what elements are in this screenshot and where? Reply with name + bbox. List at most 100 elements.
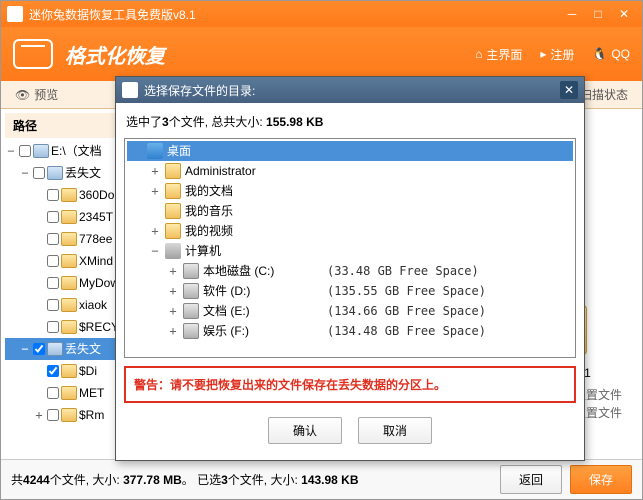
maximize-button[interactable]: □ xyxy=(586,5,610,23)
expand-icon[interactable]: + xyxy=(149,161,161,181)
user-icon xyxy=(165,203,181,219)
checkbox[interactable] xyxy=(33,343,45,355)
ok-button[interactable]: 确认 xyxy=(268,417,342,444)
dialog-titlebar[interactable]: 选择保存文件的目录: ✕ xyxy=(116,77,584,103)
register-link[interactable]: ▸注册 xyxy=(540,46,574,63)
dir-node[interactable]: +我的视频 xyxy=(127,221,573,241)
directory-tree[interactable]: 桌面+Administrator+我的文档 我的音乐+我的视频−计算机+本地磁盘… xyxy=(124,138,576,358)
expand-icon[interactable] xyxy=(33,317,45,337)
dir-node[interactable]: 我的音乐 xyxy=(127,201,573,221)
dir-node[interactable]: − 计算机 xyxy=(127,241,573,261)
folder-icon xyxy=(61,276,77,290)
qq-link[interactable]: 🐧QQ xyxy=(592,46,630,63)
expand-icon[interactable]: + xyxy=(33,405,45,425)
footer: 共4244个文件, 大小: 377.78 MB。 已选3个文件, 大小: 143… xyxy=(1,459,642,499)
expand-icon[interactable]: − xyxy=(5,141,17,161)
checkbox[interactable] xyxy=(47,387,59,399)
folder-icon xyxy=(61,210,77,224)
checkbox[interactable] xyxy=(47,233,59,245)
qq-icon: 🐧 xyxy=(592,47,607,61)
dir-label: 计算机 xyxy=(185,241,305,261)
dir-size: (134.48 GB Free Space) xyxy=(327,321,486,341)
node-label: E:\（文档 xyxy=(51,141,102,161)
home-icon: ⌂ xyxy=(475,47,482,61)
expand-icon[interactable] xyxy=(33,383,45,403)
dir-node[interactable]: +文档 (E:)(134.66 GB Free Space) xyxy=(127,301,573,321)
expand-icon[interactable]: − xyxy=(149,241,161,261)
node-label: $Di xyxy=(79,361,97,381)
disk-icon xyxy=(183,303,199,319)
node-label: 778ee xyxy=(79,229,112,249)
home-link[interactable]: ⌂主界面 xyxy=(475,46,522,63)
expand-icon[interactable]: + xyxy=(167,261,179,281)
drive-icon xyxy=(33,144,49,158)
expand-icon[interactable] xyxy=(149,201,161,221)
expand-icon[interactable]: − xyxy=(19,163,31,183)
node-label: 2345T xyxy=(79,207,113,227)
status-text: 共4244个文件, 大小: 377.78 MB。 已选3个文件, 大小: 143… xyxy=(11,471,492,488)
checkbox[interactable] xyxy=(47,321,59,333)
titlebar: 迷你兔数据恢复工具免费版v8.1 ─ □ ✕ xyxy=(1,1,642,27)
save-button[interactable]: 保存 xyxy=(570,465,632,494)
checkbox[interactable] xyxy=(47,365,59,377)
expand-icon[interactable] xyxy=(33,295,45,315)
dir-label: 桌面 xyxy=(167,141,287,161)
dir-label: 我的文档 xyxy=(185,181,305,201)
expand-icon[interactable]: − xyxy=(19,339,31,359)
expand-icon[interactable] xyxy=(33,361,45,381)
dir-node[interactable]: 桌面 xyxy=(127,141,573,161)
dialog-icon xyxy=(122,82,138,98)
expand-icon[interactable]: + xyxy=(167,321,179,341)
expand-icon[interactable] xyxy=(33,229,45,249)
expand-icon[interactable]: + xyxy=(149,181,161,201)
node-label: 丢失文 xyxy=(65,339,101,359)
expand-icon[interactable] xyxy=(33,185,45,205)
checkbox[interactable] xyxy=(19,145,31,157)
dir-node[interactable]: +软件 (D:)(135.55 GB Free Space) xyxy=(127,281,573,301)
user-icon xyxy=(165,183,181,199)
checkbox[interactable] xyxy=(47,255,59,267)
dir-label: 娱乐 (F:) xyxy=(203,321,323,341)
dir-label: 我的音乐 xyxy=(185,201,305,221)
folder-icon xyxy=(61,298,77,312)
expand-icon[interactable] xyxy=(33,273,45,293)
checkbox[interactable] xyxy=(47,211,59,223)
cancel-button[interactable]: 取消 xyxy=(358,417,432,444)
expand-icon[interactable] xyxy=(33,207,45,227)
expand-icon[interactable]: + xyxy=(149,221,161,241)
desk-icon xyxy=(147,143,163,159)
checkbox[interactable] xyxy=(47,299,59,311)
window-title: 迷你兔数据恢复工具免费版v8.1 xyxy=(29,6,560,23)
dir-node[interactable]: + 娱乐 (F:)(134.48 GB Free Space) xyxy=(127,321,573,341)
checkbox[interactable] xyxy=(33,167,45,179)
expand-icon[interactable]: + xyxy=(167,281,179,301)
dir-node[interactable]: +Administrator xyxy=(127,161,573,181)
drive-icon xyxy=(47,342,63,356)
close-button[interactable]: ✕ xyxy=(612,5,636,23)
dir-label: 软件 (D:) xyxy=(203,281,323,301)
user-icon xyxy=(165,163,181,179)
node-label: 360Do xyxy=(79,185,114,205)
save-dialog: 选择保存文件的目录: ✕ 选中了3个文件, 总共大小: 155.98 KB 桌面… xyxy=(115,76,585,461)
checkbox[interactable] xyxy=(47,277,59,289)
drive-icon xyxy=(47,166,63,180)
minimize-button[interactable]: ─ xyxy=(560,5,584,23)
expand-icon[interactable]: + xyxy=(167,301,179,321)
node-label: $Rm xyxy=(79,405,104,425)
expand-icon[interactable] xyxy=(131,141,143,161)
node-label: MET xyxy=(79,383,104,403)
checkbox[interactable] xyxy=(47,409,59,421)
dialog-close-button[interactable]: ✕ xyxy=(560,81,578,99)
comp-icon xyxy=(165,243,181,259)
expand-icon[interactable] xyxy=(33,251,45,271)
checkbox[interactable] xyxy=(47,189,59,201)
back-button[interactable]: 返回 xyxy=(500,465,562,494)
header: 格式化恢复 ⌂主界面 ▸注册 🐧QQ xyxy=(1,27,642,81)
preview-button[interactable]: 👁预览 xyxy=(9,84,64,105)
node-label: $RECY xyxy=(79,317,119,337)
folder-icon xyxy=(61,408,77,422)
dir-label: 本地磁盘 (C:) xyxy=(203,261,323,281)
node-label: 丢失文 xyxy=(65,163,101,183)
dir-node[interactable]: +本地磁盘 (C:)(33.48 GB Free Space) xyxy=(127,261,573,281)
dir-node[interactable]: + 我的文档 xyxy=(127,181,573,201)
